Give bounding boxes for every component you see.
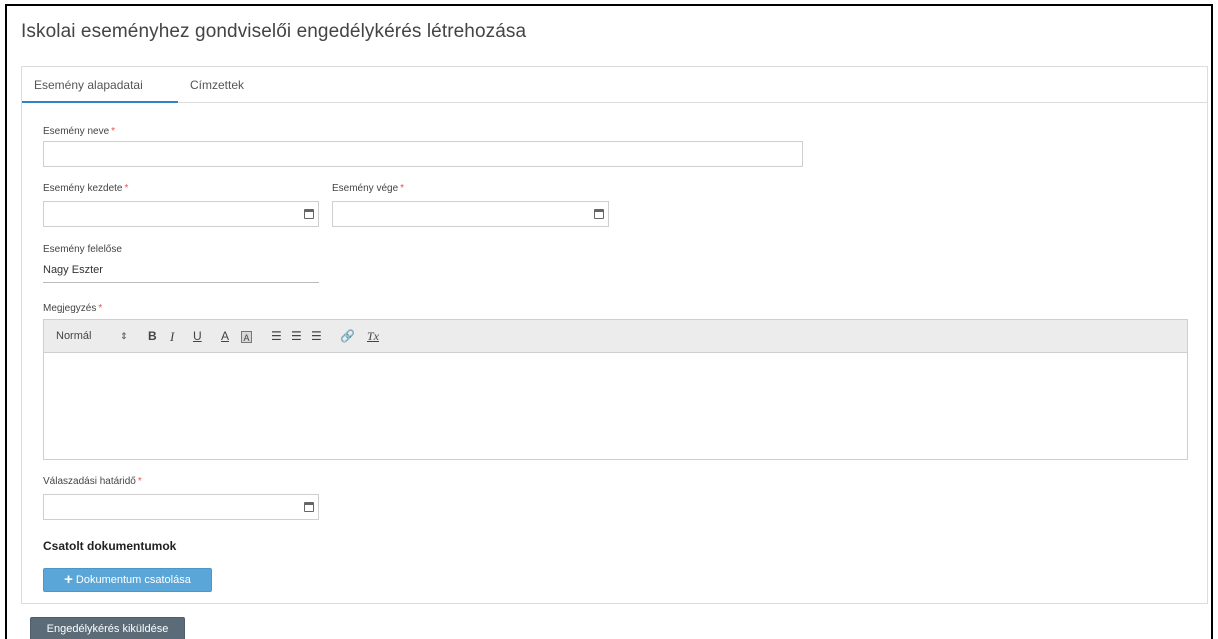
calendar-icon[interactable] — [594, 209, 604, 219]
background-color-button[interactable]: A — [241, 331, 252, 343]
required-mark: * — [124, 183, 129, 194]
attachments-title: Csatolt dokumentumok — [43, 539, 177, 553]
event-start-input[interactable] — [43, 201, 319, 227]
note-text-area[interactable] — [44, 353, 1187, 459]
form-card: Esemény alapadatai Címzettek Esemény nev… — [21, 66, 1208, 604]
event-end-input[interactable] — [332, 201, 609, 227]
bold-button[interactable]: B — [148, 320, 157, 353]
event-owner-value: Nagy Eszter — [43, 264, 103, 276]
plus-icon: + — [64, 571, 73, 588]
required-mark: * — [400, 183, 405, 194]
tab-recipients[interactable]: Címzettek — [178, 67, 268, 103]
response-deadline-input[interactable] — [43, 494, 319, 520]
send-permission-request-button[interactable]: Engedélykérés kiküldése — [30, 617, 185, 639]
underline-button[interactable]: U — [193, 320, 202, 353]
note-editor: Normál ⇕ B I U A A ☰ ☰ ☰ 🔗 Tx — [43, 319, 1188, 460]
heading-select-arrows-icon[interactable]: ⇕ — [120, 320, 128, 353]
event-name-input[interactable] — [43, 141, 803, 167]
event-start-label: Esemény kezdete * — [43, 183, 129, 194]
event-end-label: Esemény vége * — [332, 183, 405, 194]
align-icon[interactable]: ☰ — [311, 320, 322, 353]
tab-event-basics[interactable]: Esemény alapadatai — [22, 67, 178, 103]
event-name-label: Esemény neve * — [43, 126, 116, 137]
text-color-button[interactable]: A — [221, 320, 229, 353]
calendar-icon[interactable] — [304, 209, 314, 219]
link-icon[interactable]: 🔗 — [340, 320, 355, 353]
page-title: Iskolai eseményhez gondviselői engedélyk… — [21, 21, 527, 42]
bullet-list-icon[interactable]: ☰ — [291, 320, 302, 353]
required-mark: * — [137, 476, 142, 487]
editor-toolbar: Normál ⇕ B I U A A ☰ ☰ ☰ 🔗 Tx — [44, 320, 1187, 353]
clear-format-icon[interactable]: Tx — [367, 320, 379, 353]
event-owner-underline — [43, 282, 319, 283]
tab-bar: Esemény alapadatai Címzettek — [22, 67, 1207, 103]
heading-select[interactable]: Normál — [56, 320, 91, 353]
required-mark: * — [111, 126, 116, 137]
add-document-button[interactable]: + Dokumentum csatolása — [43, 568, 212, 592]
response-deadline-label: Válaszadási határidő * — [43, 476, 142, 487]
ordered-list-icon[interactable]: ☰ — [271, 320, 282, 353]
note-label: Megjegyzés * — [43, 303, 103, 314]
required-mark: * — [98, 303, 103, 314]
calendar-icon[interactable] — [304, 502, 314, 512]
event-owner-label: Esemény felelőse — [43, 244, 122, 255]
italic-button[interactable]: I — [170, 320, 174, 353]
